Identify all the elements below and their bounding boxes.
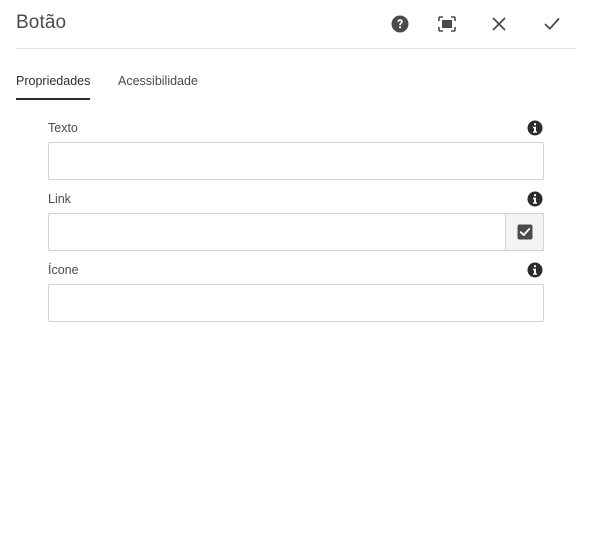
- dialog: Botão Propriedades Acessibilidade Texto …: [0, 0, 590, 560]
- info-icon[interactable]: [527, 191, 543, 207]
- tab-acessibilidade[interactable]: Acessibilidade: [118, 68, 198, 94]
- done-button[interactable]: [540, 12, 564, 36]
- info-icon[interactable]: [527, 120, 543, 136]
- link-input[interactable]: [48, 213, 506, 251]
- fullscreen-button[interactable]: [435, 12, 459, 36]
- text-field-label: Texto: [48, 121, 78, 135]
- fullscreen-icon: [438, 16, 456, 32]
- icon-field-label: Ícone: [48, 263, 79, 277]
- dialog-header: Botão: [16, 0, 576, 49]
- dialog-title: Botão: [16, 12, 67, 33]
- link-field-label: Link: [48, 192, 71, 206]
- close-icon: [492, 17, 506, 31]
- icon-input[interactable]: [48, 284, 544, 322]
- checkbox-checked-icon: [517, 224, 532, 240]
- active-tab-indicator: [16, 98, 91, 100]
- tab-label: Propriedades: [16, 74, 91, 88]
- info-icon[interactable]: [527, 262, 543, 278]
- help-button[interactable]: [388, 12, 412, 36]
- tab-label: Acessibilidade: [118, 74, 198, 88]
- cancel-button[interactable]: [487, 12, 511, 36]
- link-picker-button[interactable]: [505, 213, 544, 251]
- help-icon: [391, 15, 409, 33]
- text-input[interactable]: [48, 142, 544, 180]
- check-icon: [544, 18, 560, 30]
- tab-propriedades[interactable]: Propriedades: [16, 68, 91, 100]
